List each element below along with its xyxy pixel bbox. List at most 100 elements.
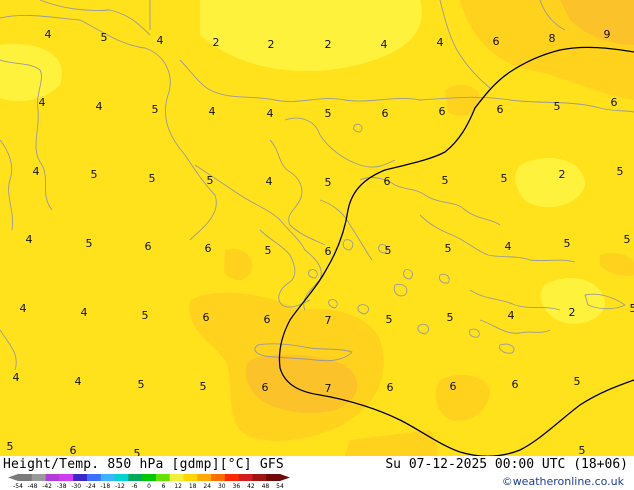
color-scale-swatch xyxy=(155,474,170,481)
color-scale-swatch xyxy=(128,474,143,481)
temperature-value: 9 xyxy=(604,28,611,41)
temperature-value: 6 xyxy=(497,103,504,116)
temperature-value: 5 xyxy=(200,380,207,393)
temperature-value: 7 xyxy=(325,314,332,327)
temperature-value: 4 xyxy=(508,309,515,322)
color-scale-swatch xyxy=(169,474,184,481)
temperature-value: 5 xyxy=(445,242,452,255)
temperature-value: 5 xyxy=(442,174,449,187)
temperature-value: 2 xyxy=(569,306,576,319)
temperature-value: 5 xyxy=(554,100,561,113)
temperature-value: 6 xyxy=(145,240,152,253)
color-scale-tick-label: 0 xyxy=(147,483,151,490)
temperature-value: 5 xyxy=(142,309,149,322)
temperature-value: 5 xyxy=(385,244,392,257)
color-scale-tick-label: 48 xyxy=(262,483,270,490)
color-scale-ticks: -54 -48 -42 -38 -30 -24 -18 -12 -6 0 6 12 18 24 30 36 42… xyxy=(13,483,284,490)
temperature-value: 6 xyxy=(325,245,332,258)
temperature-value: 5 xyxy=(501,172,508,185)
temperature-value: 5 xyxy=(630,302,634,315)
color-scale-swatch xyxy=(238,474,253,481)
temperature-value: 4 xyxy=(81,306,88,319)
temperature-value: 4 xyxy=(26,233,33,246)
temperature-value: 5 xyxy=(86,237,93,250)
temperature-value: 5 xyxy=(325,176,332,189)
color-scale-swatch xyxy=(197,474,212,481)
temperature-value: 6 xyxy=(262,381,269,394)
temperature-map: 4 5 4 2 2 2 4 4 6 8 94 4 5 4 4 5 6 6 6 5 64 5 5 5 4 5 6 5 5 2 54 5 6 6 5 6 5… xyxy=(0,0,634,490)
temperature-value: 5 xyxy=(447,311,454,324)
color-scale-tick-label: -54 xyxy=(13,483,23,490)
temperature-value: 6 xyxy=(384,175,391,188)
credit-link[interactable]: ©weatheronline.co.uk xyxy=(502,475,624,488)
temperature-value: 4 xyxy=(381,38,388,51)
temperature-value: 5 xyxy=(91,168,98,181)
temperature-value: 4 xyxy=(505,240,512,253)
map-title: Height/Temp. 850 hPa [gdmp][°C] GFS xyxy=(3,457,284,472)
temperature-value: 5 xyxy=(624,233,631,246)
temperature-value: 6 xyxy=(439,105,446,118)
temperature-value: 6 xyxy=(205,242,212,255)
color-scale-tick-label: -6 xyxy=(131,483,137,490)
color-scale-tick-label: -38 xyxy=(57,483,67,490)
temperature-value: 2 xyxy=(325,38,332,51)
color-scale-left-arrow xyxy=(8,474,18,481)
temperature-value: 6 xyxy=(203,311,210,324)
color-scale-tick-label: 24 xyxy=(203,483,211,490)
temperature-value: 5 xyxy=(101,31,108,44)
temperature-value: 6 xyxy=(387,381,394,394)
color-scale-swatch xyxy=(266,474,281,481)
temperature-value: 6 xyxy=(450,380,457,393)
color-scale-tick-label: 30 xyxy=(218,483,226,490)
color-scale-swatch xyxy=(114,474,129,481)
color-scale-tick-label: -12 xyxy=(115,483,125,490)
temperature-value: 2 xyxy=(213,36,220,49)
temperature-value: 4 xyxy=(13,371,20,384)
temperature-value: 5 xyxy=(617,165,624,178)
temperature-value: 5 xyxy=(574,375,581,388)
temperature-value: 4 xyxy=(39,96,46,109)
color-scale-swatch xyxy=(31,474,46,481)
color-scale-swatch xyxy=(183,474,198,481)
temperature-value: 6 xyxy=(382,107,389,120)
temperature-value: 5 xyxy=(149,172,156,185)
temperature-value: 2 xyxy=(559,168,566,181)
temperature-value: 4 xyxy=(157,34,164,47)
color-scale-swatch xyxy=(142,474,157,481)
color-scale-tick-label: 18 xyxy=(189,483,197,490)
temperature-value: 5 xyxy=(138,378,145,391)
color-scale-swatch xyxy=(18,474,33,481)
color-scale-bar: -54 -48 -42 -38 -30 -24 -18 -12 -6 0 6 12 18 24 30 36 42… xyxy=(8,474,290,490)
color-scale-tick-label: 6 xyxy=(162,483,166,490)
color-scale-tick-label: -24 xyxy=(86,483,96,490)
temperature-value: 6 xyxy=(264,313,271,326)
color-scale-tick-label: 42 xyxy=(247,483,255,490)
color-scale-swatches xyxy=(8,474,290,481)
color-scale-swatch xyxy=(45,474,60,481)
temperature-value: 5 xyxy=(265,244,272,257)
temperature-value: 2 xyxy=(268,38,275,51)
temperature-value: 4 xyxy=(33,165,40,178)
temperature-value: 6 xyxy=(611,96,618,109)
color-scale-tick-label: -42 xyxy=(42,483,52,490)
temperature-value: 8 xyxy=(549,32,556,45)
color-scale-swatch xyxy=(224,474,239,481)
color-scale-tick-label: -48 xyxy=(28,483,38,490)
temperature-value: 6 xyxy=(493,35,500,48)
temperature-value: 4 xyxy=(20,302,27,315)
temperature-value: 4 xyxy=(437,36,444,49)
color-scale-swatch xyxy=(73,474,88,481)
temperature-value: 5 xyxy=(152,103,159,116)
color-scale-swatch xyxy=(59,474,74,481)
color-scale-swatch xyxy=(211,474,226,481)
color-scale-tick-label: -18 xyxy=(100,483,110,490)
temperature-value: 7 xyxy=(325,382,332,395)
temperature-value: 5 xyxy=(325,107,332,120)
temperature-value: 4 xyxy=(75,375,82,388)
valid-datetime: Su 07-12-2025 00:00 UTC (18+06) xyxy=(385,457,628,472)
color-scale-tick-label: 36 xyxy=(233,483,241,490)
temperature-value: 4 xyxy=(96,100,103,113)
temperature-value: 4 xyxy=(45,28,52,41)
map-footer: Height/Temp. 850 hPa [gdmp][°C] GFS Su 0… xyxy=(0,456,634,490)
color-scale-tick-label: 54 xyxy=(276,483,284,490)
